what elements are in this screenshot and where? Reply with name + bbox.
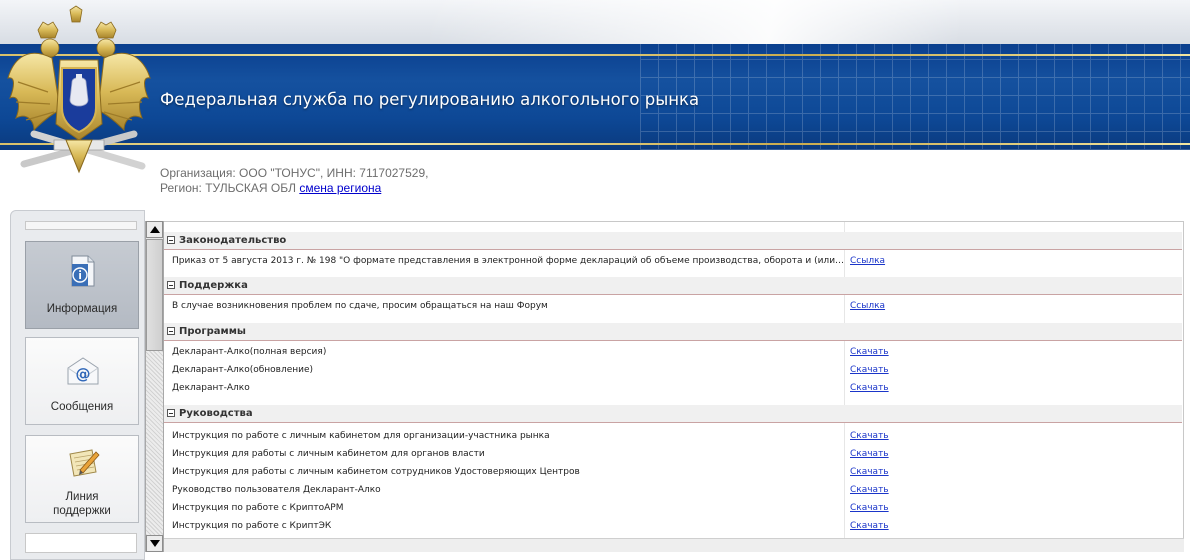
header-top-strip [0, 0, 1190, 44]
svg-text:@: @ [76, 365, 91, 383]
collapse-toggle-icon[interactable] [167, 409, 175, 417]
sidebar-top-field [25, 221, 137, 230]
arrow-up-icon [150, 226, 160, 233]
page-title: Федеральная служба по регулированию алко… [160, 90, 700, 109]
table-row: Инструкция по работе с личным кабинетом … [164, 427, 1182, 445]
row-title: Инструкция по работе с личным кабинетом … [172, 431, 550, 441]
notepad-pen-icon [69, 449, 100, 477]
arrow-down-icon [150, 540, 160, 547]
section-header-support[interactable]: Поддержка [164, 277, 1182, 295]
row-title: Приказ от 5 августа 2013 г. № 198 "О фор… [172, 256, 847, 266]
row-link[interactable]: Скачать [850, 427, 889, 445]
row-title: В случае возникновения проблем по сдаче,… [172, 301, 548, 311]
table-row: Инструкция по работе с КриптоАРМ Скачать [164, 499, 1182, 517]
left-sidebar: Информация @ Сообщения Линия поддержки [10, 210, 145, 560]
at-envelope-icon: @ [67, 357, 99, 385]
organization-line: Организация: ООО "ТОНУС", ИНН: 711702752… [160, 166, 429, 180]
table-row: Декларант-Алко Скачать [164, 379, 1182, 397]
change-region-link[interactable]: смена региона [299, 181, 381, 195]
sidebar-item-label-line1: Линия [65, 491, 99, 503]
app-window: Федеральная служба по регулированию алко… [0, 0, 1190, 560]
section-title: Руководства [179, 408, 253, 419]
section-title: Законодательство [179, 235, 287, 246]
row-link[interactable]: Скачать [850, 361, 889, 379]
row-link[interactable]: Ссылка [850, 297, 885, 315]
section-title: Поддержка [179, 280, 248, 291]
row-link[interactable]: Скачать [850, 445, 889, 463]
collapse-toggle-icon[interactable] [167, 327, 175, 335]
row-title: Инструкция для работы с личным кабинетом… [172, 449, 485, 459]
section-header-manuals[interactable]: Руководства [164, 405, 1182, 423]
information-grid: Законодательство Приказ от 5 августа 201… [164, 221, 1184, 552]
double-headed-eagle-emblem-icon [7, 5, 151, 174]
collapse-toggle-icon[interactable] [167, 281, 175, 289]
sidebar-item-label: Информация [46, 303, 118, 315]
page-header: Федеральная служба по регулированию алко… [0, 0, 1190, 210]
sidebar-item-information[interactable]: Информация [25, 241, 139, 329]
row-link[interactable]: Скачать [850, 343, 889, 361]
organization-info: Организация: ООО "ТОНУС", ИНН: 711702752… [160, 166, 428, 196]
table-row: Приказ от 5 августа 2013 г. № 198 "О фор… [164, 252, 1182, 270]
sidebar-item-support-line[interactable]: Линия поддержки [25, 435, 139, 523]
row-title: Инструкция по работе с КриптЭК [172, 521, 332, 531]
sidebar-item-label: Сообщения [50, 401, 114, 413]
scroll-down-button[interactable] [146, 535, 163, 552]
table-row: Руководство пользователя Декларант-Алко … [164, 481, 1182, 499]
table-row: Инструкция по работе с КриптЭК Скачать [164, 517, 1182, 535]
sidebar-bottom-field [25, 533, 137, 553]
table-row: Инструкция для работы с личным кабинетом… [164, 463, 1182, 481]
sidebar-item-label-line2: поддержки [53, 505, 111, 517]
sidebar-item-messages[interactable]: @ Сообщения [25, 337, 139, 425]
section-header-legislation[interactable]: Законодательство [164, 232, 1182, 250]
table-row: Декларант-Алко(обновление) Скачать [164, 361, 1182, 379]
table-row: Инструкция для работы с личным кабинетом… [164, 445, 1182, 463]
banner-pattern [640, 44, 1190, 150]
row-link[interactable]: Скачать [850, 499, 889, 517]
info-document-icon [71, 255, 95, 287]
section-title: Программы [179, 326, 246, 337]
region-value: Регион: ТУЛЬСКАЯ ОБЛ [160, 181, 296, 195]
row-link[interactable]: Ссылка [850, 252, 885, 270]
row-link[interactable]: Скачать [850, 379, 889, 397]
scrollbar-thumb[interactable] [146, 239, 163, 351]
banner-gold-line-top [0, 54, 1190, 56]
row-title: Декларант-Алко(обновление) [172, 365, 314, 375]
scroll-up-button[interactable] [146, 221, 163, 238]
row-link[interactable]: Скачать [850, 517, 889, 535]
collapse-toggle-icon[interactable] [167, 236, 175, 244]
row-title: Инструкция для работы с личным кабинетом… [172, 467, 580, 477]
vertical-scrollbar[interactable] [145, 221, 164, 552]
table-row: В случае возникновения проблем по сдаче,… [164, 297, 1182, 315]
grid-footer [164, 538, 1184, 552]
row-link[interactable]: Скачать [850, 463, 889, 481]
table-row: Декларант-Алко(полная версия) Скачать [164, 343, 1182, 361]
row-link[interactable]: Скачать [850, 481, 889, 499]
row-title: Декларант-Алко [172, 383, 250, 393]
banner-gold-line-bottom [0, 143, 1190, 145]
row-title: Инструкция по работе с КриптоАРМ [172, 503, 344, 513]
section-header-programs[interactable]: Программы [164, 323, 1182, 341]
region-line: Регион: ТУЛЬСКАЯ ОБЛ смена региона [160, 181, 428, 196]
row-title: Руководство пользователя Декларант-Алко [172, 485, 381, 495]
row-title: Декларант-Алко(полная версия) [172, 347, 327, 357]
